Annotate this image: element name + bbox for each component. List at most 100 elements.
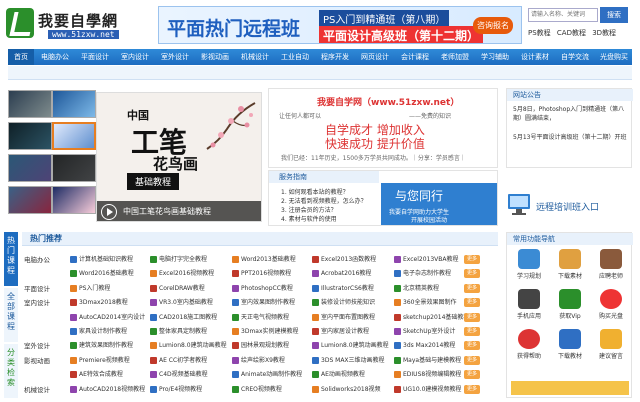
- hot-course-link[interactable]: 北京精英教程: [394, 283, 439, 292]
- nav-item-animation[interactable]: 影视动画: [196, 49, 234, 65]
- hot-course-link[interactable]: Acrobat2016教程: [312, 268, 371, 278]
- hot-course-link[interactable]: EDIUS8视频编辑教程: [394, 369, 461, 379]
- hot-course-link[interactable]: UG10.0建模视频教程: [394, 384, 461, 393]
- guide-item[interactable]: 2. 无法看到视频教程，怎么办？: [281, 196, 367, 205]
- guide-item[interactable]: 1. 如何观看本站的教程？: [281, 187, 349, 196]
- hot-course-link[interactable]: 3DS MAX三维动画教程: [312, 355, 385, 364]
- thumb-6[interactable]: [52, 154, 96, 182]
- hot-course-link[interactable]: Word2016基础教程: [70, 268, 134, 278]
- hot-course-link[interactable]: Excel2013VBA教程: [394, 254, 459, 263]
- more-button[interactable]: 更多: [464, 283, 480, 293]
- hot-course-link[interactable]: Animate动画制作教程: [232, 369, 302, 379]
- bottom-ad-strip[interactable]: [511, 381, 629, 395]
- hot-course-link[interactable]: 计算机基础知识教程: [70, 254, 133, 263]
- tab-category-search[interactable]: 分类检索: [4, 344, 18, 398]
- hot-course-link[interactable]: Excel2013函数教程: [312, 254, 376, 263]
- more-button[interactable]: 更多: [464, 327, 480, 336]
- hot-course-link[interactable]: 3Dmax2018教程: [70, 297, 128, 307]
- hot-course-link[interactable]: Lumion8.0建筑动画教程: [150, 340, 227, 350]
- hot-course-link[interactable]: CAD2018施工图教程: [150, 312, 217, 321]
- more-button[interactable]: 更多: [464, 298, 480, 308]
- hot-course-link[interactable]: AutoCAD2014室内设计: [70, 312, 145, 321]
- hot-course-link[interactable]: AutoCAD2018视频教程: [70, 384, 145, 393]
- hot-course-link[interactable]: Maya基础与建模教程: [394, 355, 461, 364]
- hot-course-link[interactable]: Premiere视频教程: [70, 355, 130, 364]
- nav-item-accounting[interactable]: 会计课程: [396, 49, 434, 65]
- more-button[interactable]: 更多: [464, 312, 480, 322]
- hot-course-link[interactable]: PhotoshopCC教程: [232, 283, 293, 292]
- search-button[interactable]: 搜索: [600, 7, 628, 23]
- hot-course-link[interactable]: Solidworks2018视频: [312, 384, 381, 393]
- more-button[interactable]: 更多: [464, 341, 480, 351]
- nav-item-automation[interactable]: 工业自动: [276, 49, 314, 65]
- hot-word-3d[interactable]: 3D教程: [592, 29, 616, 37]
- nav-item-exterior[interactable]: 室外设计: [156, 49, 194, 65]
- hot-course-link[interactable]: 整体家具定制教程: [150, 326, 207, 335]
- notice-item[interactable]: 5月8日，Photoshop入门到精通班（第八期）圆满结束，: [513, 105, 631, 123]
- hot-course-link[interactable]: 室内家居设计教程: [312, 326, 369, 335]
- hot-course-link[interactable]: 360全景效果图制作: [394, 297, 456, 307]
- tool-download-materials[interactable]: 下载素材: [552, 249, 588, 280]
- thumb-5[interactable]: [8, 154, 52, 182]
- play-icon[interactable]: [101, 204, 117, 220]
- hot-course-link[interactable]: 家具设计制作教程: [70, 326, 127, 335]
- hot-course-link[interactable]: CREO视频教程: [232, 384, 282, 393]
- thumb-4[interactable]: [52, 122, 96, 150]
- nav-item-materials[interactable]: 设计素材: [516, 49, 554, 65]
- hot-course-link[interactable]: Pro/E4视频教程: [150, 384, 202, 393]
- hot-course-link[interactable]: 建筑效果图制作教程: [70, 340, 133, 350]
- tool-feedback[interactable]: 建议留言: [593, 329, 629, 360]
- hot-course-link[interactable]: 电子杂志制作教程: [394, 268, 451, 278]
- hot-course-link[interactable]: sketchup2014基础教程: [394, 312, 469, 321]
- site-logo[interactable]: 我要自學網 www.51zxw.net: [6, 6, 142, 42]
- nav-item-graphic[interactable]: 平面设计: [76, 49, 114, 65]
- nav-item-programming[interactable]: 程序开发: [316, 49, 354, 65]
- nav-item-forum[interactable]: 自学交流: [556, 49, 594, 65]
- hot-course-link[interactable]: VR3.0室内基础教程: [150, 297, 213, 307]
- guide-item[interactable]: 4. 素材与软件的使用: [281, 214, 337, 223]
- remote-training-entry[interactable]: 远程培训班入口: [506, 190, 632, 226]
- more-button[interactable]: 更多: [464, 370, 480, 380]
- more-button[interactable]: 更多: [464, 255, 480, 264]
- nav-item-disc[interactable]: 光盘购买: [596, 49, 632, 65]
- hot-course-link[interactable]: 园林景观规划教程: [232, 340, 289, 350]
- campus-activity-card[interactable]: 与您同行 我要自学网助力大学生 开展校园活动: [381, 183, 497, 225]
- tool-apply-teacher[interactable]: 应聘老师: [593, 249, 629, 280]
- featured-slide[interactable]: 中国 工笔 花鸟画 基础教程 中国工笔花鸟画基础教程: [96, 92, 262, 222]
- hot-word-cad[interactable]: CAD教程: [557, 29, 586, 37]
- thumb-8[interactable]: [52, 186, 96, 214]
- hot-course-link[interactable]: Lumion8.0建筑动画教程: [312, 340, 389, 350]
- hot-course-link[interactable]: 绘声绘影X9教程: [232, 355, 285, 364]
- nav-item-teacher[interactable]: 老师加盟: [436, 49, 474, 65]
- hot-course-link[interactable]: Word2013基础教程: [232, 254, 296, 263]
- hot-course-link[interactable]: IllustratorCS6教程: [312, 283, 374, 292]
- hot-course-link[interactable]: CorelDRAW教程: [150, 283, 205, 292]
- nav-item-home[interactable]: 首页: [8, 49, 34, 65]
- top-banner-ad[interactable]: 平面热门远程班 PS入门到精通班（第八期） 平面设计高级班（第十二期） 咨询报名: [158, 6, 522, 44]
- tool-help[interactable]: 获得帮助: [511, 329, 547, 360]
- hot-course-link[interactable]: 3ds Max2014教程: [394, 340, 455, 350]
- hot-course-link[interactable]: 电脑打字完全教程: [150, 254, 207, 263]
- hot-course-link[interactable]: AE CC初学者教程: [150, 355, 207, 364]
- hot-course-link[interactable]: 室内平面布置图教程: [312, 312, 375, 321]
- hot-course-link[interactable]: C4D视频基础教程: [150, 369, 208, 379]
- notice-item[interactable]: 5月13号平面设计高级班（第十二期）开班: [513, 133, 631, 142]
- tab-hot-courses[interactable]: 热门课程: [4, 232, 18, 286]
- tool-study-plan[interactable]: 学习规划: [511, 249, 547, 280]
- thumb-7[interactable]: [8, 186, 52, 214]
- nav-item-web[interactable]: 网页设计: [356, 49, 394, 65]
- thumb-3[interactable]: [8, 122, 52, 150]
- hot-course-link[interactable]: AE动画视频教程: [312, 369, 365, 379]
- banner-consult-button[interactable]: 咨询报名: [473, 17, 513, 34]
- hot-course-link[interactable]: 3Dmax实例建模教程: [232, 326, 299, 335]
- hot-course-link[interactable]: PS入门教程: [70, 283, 110, 292]
- hot-course-link[interactable]: 天正电气视频教程: [232, 312, 289, 321]
- tool-get-vip[interactable]: 获取Vip: [552, 289, 588, 320]
- hot-course-link[interactable]: 装修设计师技能知识: [312, 297, 375, 307]
- thumb-2[interactable]: [52, 90, 96, 118]
- nav-item-mechanical[interactable]: 机械设计: [236, 49, 274, 65]
- hot-course-link[interactable]: Excel2016视频教程: [150, 268, 214, 278]
- tool-buy-disc[interactable]: 购买光盘: [593, 289, 629, 320]
- tab-all-courses[interactable]: 全部课程: [4, 288, 18, 342]
- tool-download-textbook[interactable]: 下载教材: [552, 329, 588, 360]
